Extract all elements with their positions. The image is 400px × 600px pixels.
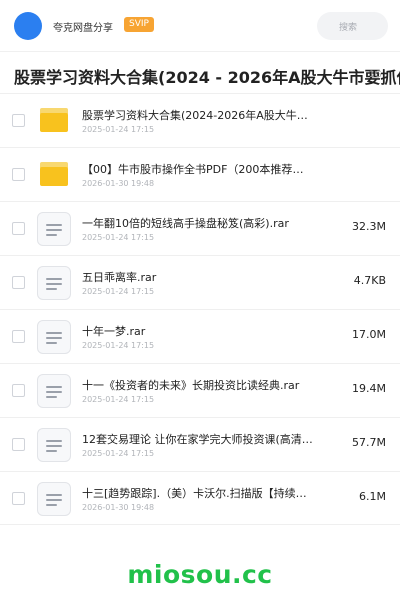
file-row[interactable]: 十一《投资者的未来》长期投资比读经典.rar 2025-01-24 17:15 19… [0,363,400,417]
row-checkbox[interactable] [12,438,25,451]
file-row[interactable]: 12套交易理论 让你在家学完大师投资课(高清).rar 2025-01-24 17… [0,417,400,471]
file-size: 4.7KB [353,274,386,287]
file-size: 17.0M [352,328,386,341]
file-date: 2026-01-30 19:48 [82,503,155,512]
document-icon [37,482,71,516]
file-date: 2025-01-24 17:15 [82,125,155,134]
total-size: 1G [369,70,382,80]
file-date: 2026-01-30 19:48 [82,179,155,188]
folder-row[interactable]: 【00】牛市股市操作全书PDF（200本推荐好书） 2026-01-30 19:4… [0,147,400,201]
row-checkbox[interactable] [12,168,25,181]
document-icon [37,374,71,408]
document-icon [37,320,71,354]
user-name: 夸克网盘分享 [53,23,113,34]
file-date: 2025-01-24 17:15 [82,233,155,242]
file-row[interactable]: 五日乖离率.rar 2025-01-24 17:15 4.7KB [0,255,400,309]
row-checkbox[interactable] [12,114,25,127]
document-icon [37,266,71,300]
page-title: 股票学习资料大合集(2024 - 2026年A股大牛市要抓住) [14,68,400,87]
document-icon [37,428,71,462]
row-checkbox[interactable] [12,276,25,289]
file-size: 32.3M [352,220,386,233]
file-row[interactable]: 一年翻10倍的短线高手操盘秘笈(高彩).rar 2025-01-24 17:15 3… [0,201,400,255]
file-date: 2025-01-24 17:15 [82,449,155,458]
row-checkbox[interactable] [12,222,25,235]
avatar[interactable] [14,12,42,40]
file-size: 19.4M [352,382,386,395]
file-name[interactable]: 一年翻10倍的短线高手操盘秘笈(高彩).rar [82,215,314,231]
folder-row[interactable]: 股票学习资料大合集(2024-2026年A股大牛市要抓住) 2025-01-24 … [0,93,400,147]
file-date: 2025-01-24 17:15 [82,341,155,350]
file-row[interactable]: 十三[趋势跟踪].（美）卡沃尔.扫描版【持续更新丨 2026-01-30 19:4… [0,471,400,525]
folder-icon [40,108,68,132]
file-name[interactable]: 【00】牛市股市操作全书PDF（200本推荐好书） [82,161,314,177]
row-checkbox[interactable] [12,330,25,343]
watermark: miosou.cc [127,560,273,589]
search-placeholder: 搜索 [339,23,358,33]
file-date: 2025-01-24 17:15 [82,287,155,296]
row-checkbox[interactable] [12,492,25,505]
file-date: 2025-01-24 17:15 [82,395,155,404]
file-name[interactable]: 十三[趋势跟踪].（美）卡沃尔.扫描版【持续更新丨 [82,485,314,501]
file-name[interactable]: 十一《投资者的未来》长期投资比读经典.rar [82,377,314,393]
document-icon [37,212,71,246]
file-size: 6.1M [359,490,386,503]
file-size: 57.7M [352,436,386,449]
file-name[interactable]: 股票学习资料大合集(2024-2026年A股大牛市要抓住) [82,107,314,123]
file-name[interactable]: 12套交易理论 让你在家学完大师投资课(高清).rar [82,431,314,447]
svip-badge: SVIP [124,17,154,32]
file-name[interactable]: 五日乖离率.rar [82,269,314,285]
file-list: 股票学习资料大合集(2024-2026年A股大牛市要抓住) 2025-01-24 … [0,93,400,525]
row-checkbox[interactable] [12,384,25,397]
file-name[interactable]: 十年一梦.rar [82,323,314,339]
search-input[interactable]: 搜索 [317,12,388,40]
app-header: 夸克网盘分享 SVIP 搜索 [0,0,400,52]
file-row[interactable]: 十年一梦.rar 2025-01-24 17:15 17.0M [0,309,400,363]
title-bar: 股票学习资料大合集(2024 - 2026年A股大牛市要抓住) 1G [0,53,400,93]
folder-icon [40,162,68,186]
